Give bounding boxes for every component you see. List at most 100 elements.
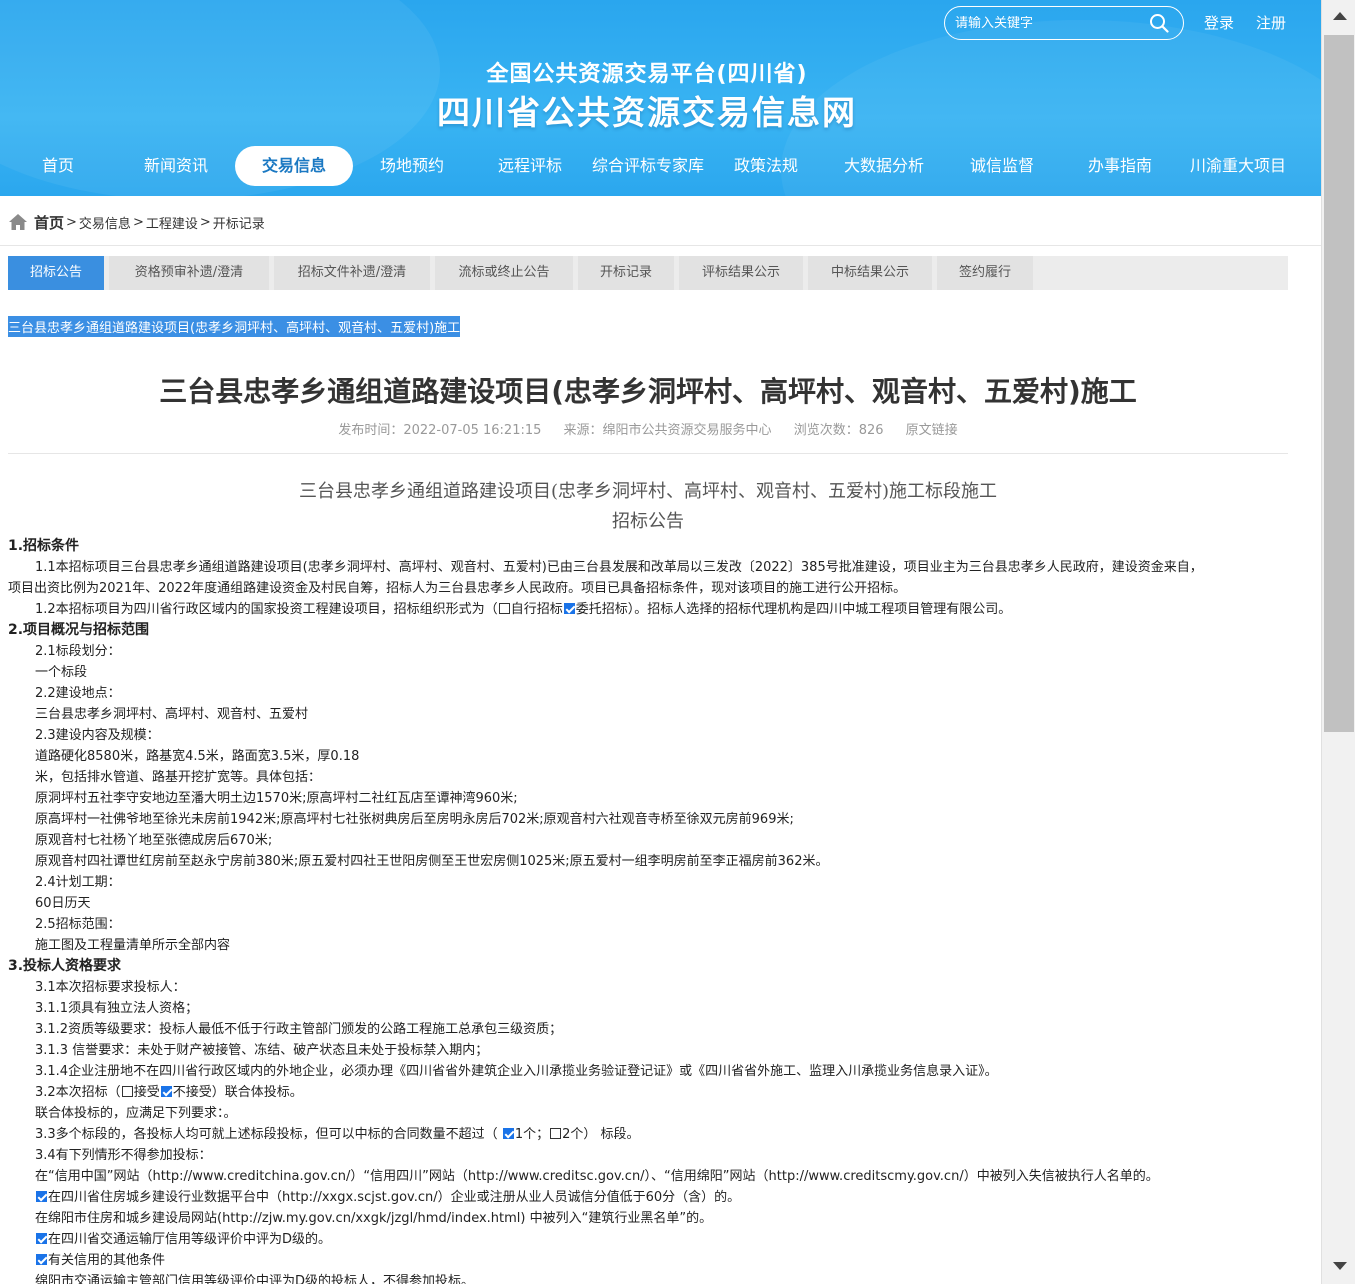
checkbox-reject-consortium [160,1086,172,1097]
text: 1.2本招标项目为四川省行政区域内的国家投资工程建设项目，招标组织形式为（ [35,602,498,617]
register-link[interactable]: 注册 [1256,12,1286,33]
text: 2个） 标段。 [562,1127,640,1142]
paragraph: 绵阳市交通运输主管部门信用等级评价中评为D级的投标人，不得参加投标。 [35,1274,475,1284]
paragraph: 有关信用的其他条件 [35,1249,165,1268]
scroll-down-arrow-icon[interactable] [1333,1262,1347,1270]
source: 来源：绵阳市公共资源交易服务中心 [563,423,772,438]
vertical-scrollbar[interactable] [1321,0,1355,1284]
paragraph: 在“信用中国”网站（http://www.creditchina.gov.cn/… [35,1169,1159,1184]
paragraph: 原高坪村一社佛爷地至徐光未房前1942米;原高坪村七社张树典房后至房明永房后70… [35,812,794,827]
tab-evaluation-result[interactable]: 评标结果公示 [679,256,803,290]
tab-tender-notice[interactable]: 招标公告 [8,256,104,290]
nav-item-remote-evaluation[interactable]: 远程评标 [486,146,574,186]
article-divider [8,453,1288,454]
notice-tabs: 招标公告 资格预审补遗/澄清 招标文件补遗/澄清 流标或终止公告 开标记录 评标… [8,256,1288,290]
nav-item-credit[interactable]: 诚信监督 [958,146,1046,186]
nav-item-trade-info[interactable]: 交易信息 [235,146,353,186]
breadcrumb-item-bid-opening[interactable]: 开标记录 [213,213,265,232]
scroll-up-arrow-icon[interactable] [1333,12,1347,20]
breadcrumb-home[interactable]: 首页 [34,212,64,233]
article-title: 三台县忠孝乡通组道路建设项目(忠孝乡洞坪村、高坪村、观音村、五爱村)施工 [159,375,1137,408]
document-title: 三台县忠孝乡通组道路建设项目(忠孝乡洞坪村、高坪村、观音村、五爱村)施工标段施工 [298,481,998,502]
paragraph: 原洞坪村五社李守安地边至潘大明土边1570米;原高坪村二社红瓦店至谭神湾960米… [35,791,518,806]
paragraph: 3.1.1须具有独立法人资格； [35,1001,199,1016]
text: 3.3多个标段的，各投标人均可就上述标段投标，但可以中标的合同数量不超过（ [35,1127,502,1142]
nav-item-expert-pool[interactable]: 综合评标专家库 [586,146,710,186]
view-count: 浏览次数：826 [793,423,884,438]
paragraph: 3.3多个标段的，各投标人均可就上述标段投标，但可以中标的合同数量不超过（ 1个… [35,1123,640,1142]
search-icon[interactable] [1149,13,1169,33]
checkbox-accept-consortium [121,1086,133,1097]
scroll-thumb[interactable] [1324,35,1354,732]
paragraph: 60日历天 [35,896,91,911]
article-meta: 发布时间：2022-07-05 16:21:15 来源：绵阳市公共资源交易服务中… [8,419,1288,438]
paragraph: 一个标段 [35,665,88,680]
paragraph: 2.3建设内容及规模： [35,728,160,743]
nav-item-home[interactable]: 首页 [14,146,102,186]
section-heading: 1.招标条件 [8,538,80,554]
checkbox-two-contracts [550,1128,562,1139]
highlighted-project-link[interactable]: 三台县忠孝乡通组道路建设项目(忠孝乡洞坪村、高坪村、观音村、五爱村)施工 [8,316,461,337]
paragraph: 三台县忠孝乡洞坪村、高坪村、观音村、五爱村 [35,707,309,722]
paragraph: 道路硬化8580米，路基宽4.5米，路面宽3.5米，厚0.18 [35,749,360,764]
publish-time: 发布时间：2022-07-05 16:21:15 [338,423,542,438]
nav-item-policy[interactable]: 政策法规 [722,146,810,186]
section-heading: 2.项目概况与招标范围 [8,622,150,638]
breadcrumb-divider [0,245,1321,246]
text: 3.2本次招标（ [35,1085,121,1100]
paragraph: 米，包括排水管道、路基开挖扩宽等。具体包括： [35,770,322,785]
text: 1个； [514,1127,550,1142]
checkbox-housing-credit [36,1191,47,1202]
main-nav: 首页 新闻资讯 交易信息 场地预约 远程评标 综合评标专家库 政策法规 大数据分… [0,146,1321,186]
text: 自行招标 [510,602,563,617]
paragraph: 2.2建设地点： [35,686,121,701]
paragraph: 1.2本招标项目为四川省行政区域内的国家投资工程建设项目，招标组织形式为（ 自行招… [35,598,1011,617]
text: 在四川省交通运输厅信用等级评价中评为D级的。 [48,1232,332,1247]
text: 不接受）联合体投标。 [172,1085,303,1100]
tab-failed-bid-notice[interactable]: 流标或终止公告 [435,256,573,290]
site-title: 四川省公共资源交易信息网 [437,93,857,132]
paragraph: 1.1本招标项目三台县忠孝乡通组道路建设项目(忠孝乡洞坪村、高坪村、观音村、五爱… [35,560,1203,575]
checkbox-other-credit [36,1254,47,1265]
search-box [944,6,1184,40]
breadcrumb-separator: > [132,214,144,230]
search-input[interactable] [955,15,1145,31]
paragraph: 2.1标段划分： [35,644,121,659]
tab-prequal-addendum[interactable]: 资格预审补遗/澄清 [109,256,269,290]
platform-subtitle: 全国公共资源交易平台(四川省) [486,62,808,87]
tab-award-result[interactable]: 中标结果公示 [808,256,932,290]
tab-contract-performance[interactable]: 签约履行 [937,256,1033,290]
nav-item-guide[interactable]: 办事指南 [1076,146,1164,186]
paragraph: 3.1.4企业注册地不在四川省行政区域内的外地企业，必须办理《四川省省外建筑企业… [35,1064,998,1079]
paragraph: 联合体投标的，应满足下列要求：。 [35,1106,237,1121]
paragraph: 项目出资比例为2021年、2022年度通组路建设资金及村民自筹，招标人为三台县忠… [8,581,907,596]
paragraph: 2.4计划工期： [35,875,121,890]
tab-bid-opening-record[interactable]: 开标记录 [578,256,674,290]
paragraph: 3.2本次招标（ 接受 不接受）联合体投标。 [35,1081,303,1100]
breadcrumb-item-engineering[interactable]: 工程建设 [146,213,198,232]
breadcrumb-separator: > [66,214,77,230]
breadcrumb-separator: > [199,214,211,230]
document-subtitle: 招标公告 [612,511,684,532]
paragraph: 3.1.3 信誉要求：未处于财产被接管、冻结、破产状态且未处于投标禁入期内； [35,1043,489,1058]
paragraph: 3.1.2资质等级要求：投标人最低不低于行政主管部门颁发的公路工程施工总承包三级… [35,1022,563,1037]
paragraph: 2.5招标范围： [35,917,121,932]
checkbox-self-tender [498,603,510,614]
checkbox-one-contract [502,1128,514,1139]
home-icon [9,214,27,230]
paragraph: 3.1本次招标要求投标人： [35,980,186,995]
breadcrumb-item-trade-info[interactable]: 交易信息 [79,213,131,232]
text: 接受 [133,1085,160,1100]
paragraph: 原观音村七社杨丫地至张德成房后670米; [35,833,273,848]
nav-item-big-data[interactable]: 大数据分析 [836,146,932,186]
site-header: 登录 注册 全国公共资源交易平台(四川省) 四川省公共资源交易信息网 首页 新闻… [0,0,1321,196]
section-heading: 3.投标人资格要求 [8,958,122,974]
nav-item-news[interactable]: 新闻资讯 [132,146,220,186]
paragraph: 原观音村四社谭世红房前至赵永宁房前380米;原五爱村四社王世阳房侧至王世宏房侧1… [35,854,829,869]
nav-item-venue-booking[interactable]: 场地预约 [368,146,456,186]
original-link[interactable]: 原文链接 [906,423,958,438]
tab-tender-doc-addendum[interactable]: 招标文件补遗/澄清 [274,256,430,290]
nav-item-chuanyu-projects[interactable]: 川渝重大项目 [1186,146,1290,186]
login-link[interactable]: 登录 [1204,12,1234,33]
breadcrumb: 首页 > 交易信息 > 工程建设 > 开标记录 [8,210,265,234]
